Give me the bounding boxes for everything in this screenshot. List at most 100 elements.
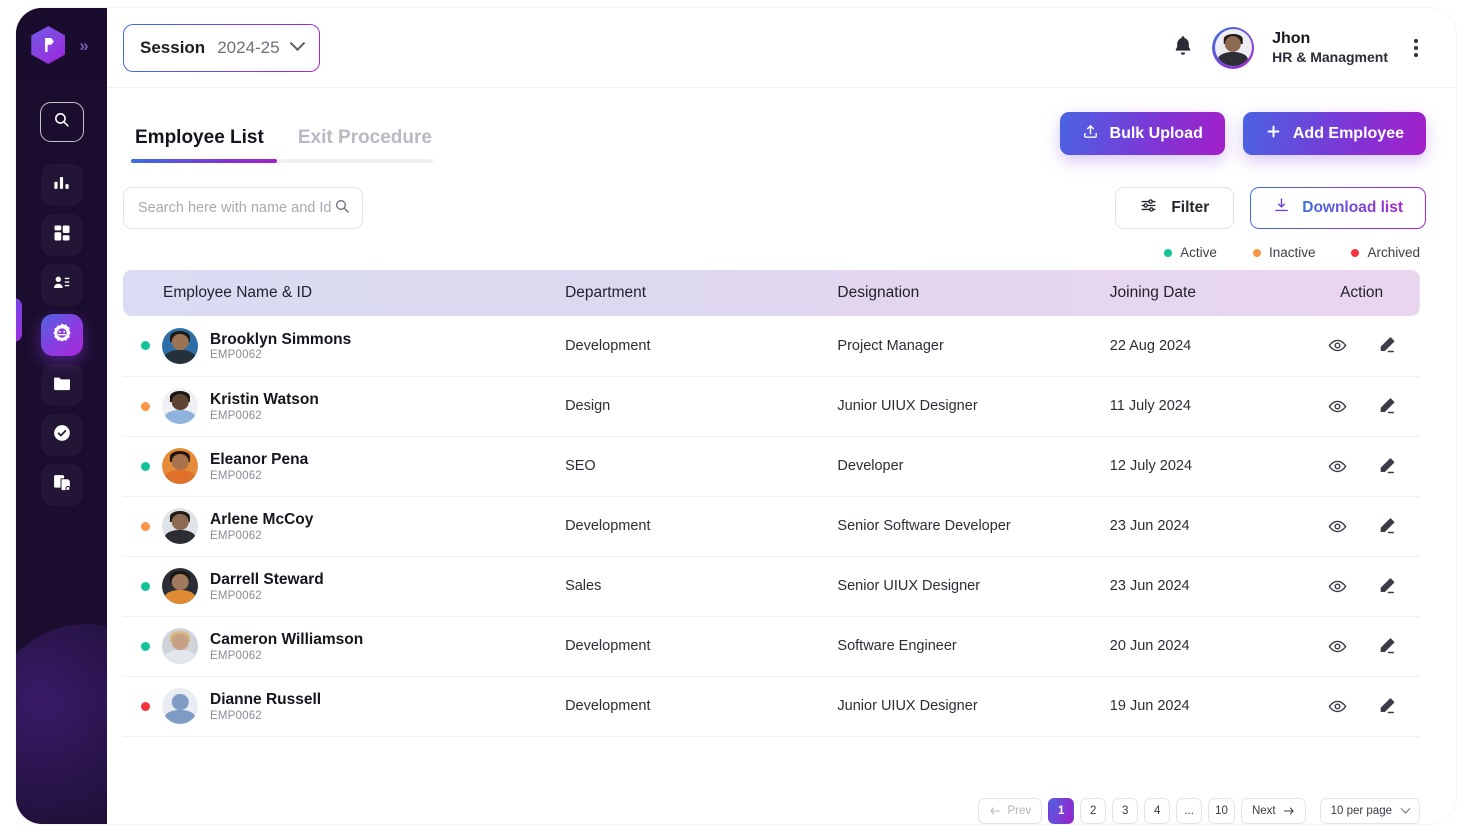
filters-right: Filter Download list <box>1115 187 1426 229</box>
add-employee-button[interactable]: Add Employee <box>1242 112 1426 155</box>
employee-name: Kristin Watson <box>210 391 319 409</box>
view-button[interactable] <box>1328 637 1347 656</box>
edit-button[interactable] <box>1377 517 1396 536</box>
employee-id: EMP0062 <box>210 349 262 362</box>
employee-avatar <box>162 388 198 424</box>
pagination-page-1[interactable]: 1 <box>1048 798 1075 824</box>
app-window: » Session 2024-25 Jhon HR & Managment Em… <box>16 8 1456 824</box>
employee-avatar <box>162 327 198 364</box>
sidebar-header: » <box>16 8 107 82</box>
cell-employee: Cameron Williamson EMP0062 <box>123 616 526 677</box>
legend-item-inactive: Inactive <box>1252 245 1315 260</box>
session-value: 2024-25 <box>217 37 280 57</box>
pagination-prev[interactable]: Prev <box>977 798 1043 824</box>
chevron-down-icon <box>1400 803 1411 814</box>
view-button[interactable] <box>1328 577 1347 596</box>
table-row[interactable]: Eleanor Pena EMP0062 SEO Developer 12 Ju… <box>123 436 1420 497</box>
pagination-page-2[interactable]: 2 <box>1080 798 1107 824</box>
kebab-menu-icon[interactable] <box>1406 33 1426 63</box>
cell-employee: Kristin Watson EMP0062 <box>123 376 526 437</box>
cell-employee: Eleanor Pena EMP0062 <box>123 436 526 497</box>
cell-department: Sales <box>525 556 798 617</box>
cell-action <box>1303 496 1420 557</box>
add-employee-label: Add Employee <box>1292 124 1404 142</box>
per-page-select[interactable]: 10 per page <box>1319 798 1420 824</box>
tabs-row: Employee List Exit Procedure Bulk Upload <box>107 88 1456 163</box>
status-dot <box>141 401 150 411</box>
legend-item-archived: Archived <box>1351 245 1420 260</box>
view-button[interactable] <box>1328 517 1347 536</box>
view-button[interactable] <box>1328 457 1347 476</box>
search-icon[interactable] <box>334 198 350 219</box>
avatar-image <box>1214 29 1252 66</box>
status-dot <box>141 461 150 471</box>
session-select[interactable]: Session 2024-25 <box>123 24 320 72</box>
table-row[interactable]: Darrell Steward EMP0062 Sales Senior UIU… <box>123 556 1420 617</box>
sidebar-nav <box>16 82 107 506</box>
pagination-page-10[interactable]: 10 <box>1208 798 1235 824</box>
cell-designation: Senior Software Developer <box>797 496 1070 557</box>
sidebar-item-employees[interactable] <box>40 314 83 356</box>
filter-button[interactable]: Filter <box>1115 187 1235 229</box>
table-row[interactable]: Arlene McCoy EMP0062 Development Senior … <box>123 496 1420 557</box>
sidebar-item-approvals[interactable] <box>41 414 83 456</box>
cell-designation: Junior UIUX Designer <box>797 676 1070 737</box>
user-info[interactable]: Jhon HR & Managment <box>1272 29 1388 67</box>
app-logo[interactable] <box>31 26 66 64</box>
bulk-upload-button[interactable]: Bulk Upload <box>1059 112 1225 155</box>
pagination-next[interactable]: Next <box>1240 798 1306 824</box>
table-row[interactable]: Cameron Williamson EMP0062 Development S… <box>123 616 1420 677</box>
employee-name: Arlene McCoy <box>210 511 314 529</box>
edit-button[interactable] <box>1377 637 1396 656</box>
cell-designation: Developer <box>797 436 1070 497</box>
sidebar-item-contacts[interactable] <box>41 264 83 306</box>
employee-id: EMP0062 <box>210 409 262 422</box>
tabs-underline <box>131 159 433 163</box>
table-header-row: Employee Name & ID Department Designatio… <box>123 270 1420 316</box>
chevron-down-icon <box>289 35 305 52</box>
sidebar-expand-button[interactable]: » <box>73 33 91 58</box>
table-row[interactable]: Kristin Watson EMP0062 Design Junior UIU… <box>123 376 1420 437</box>
avatar[interactable] <box>1212 26 1255 69</box>
sidebar-active-indicator <box>16 298 22 342</box>
bell-icon[interactable] <box>1172 33 1194 62</box>
edit-button[interactable] <box>1377 697 1396 716</box>
tab-exit-procedure[interactable]: Exit Procedure <box>286 127 454 163</box>
edit-button[interactable] <box>1377 577 1396 596</box>
sidebar-item-search[interactable] <box>39 102 84 142</box>
sidebar-item-reports[interactable] <box>41 464 83 506</box>
pagination-page-4[interactable]: 4 <box>1144 798 1171 824</box>
sidebar-item-dashboard[interactable] <box>41 214 83 256</box>
employee-id: EMP0062 <box>210 529 262 542</box>
sidebar-item-analytics[interactable] <box>41 164 83 206</box>
employee-table: Employee Name & ID Department Designatio… <box>123 270 1420 737</box>
legend-label-active: Active <box>1180 245 1217 260</box>
tab-actions: Bulk Upload Add Employee <box>1059 112 1426 163</box>
download-list-label: Download list <box>1302 199 1403 216</box>
view-button[interactable] <box>1328 397 1347 416</box>
table-row[interactable]: Dianne Russell EMP0062 Development Junio… <box>123 676 1420 737</box>
cell-designation: Junior UIUX Designer <box>797 376 1070 437</box>
table-row[interactable]: Brooklyn Simmons EMP0062 Development Pro… <box>123 316 1420 377</box>
employee-avatar <box>162 508 198 544</box>
view-button[interactable] <box>1328 336 1347 355</box>
plus-icon <box>1265 123 1282 145</box>
employee-avatar <box>162 568 198 604</box>
cell-employee: Darrell Steward EMP0062 <box>123 556 526 617</box>
edit-button[interactable] <box>1377 397 1396 416</box>
edit-button[interactable] <box>1377 457 1396 476</box>
main-content: Session 2024-25 Jhon HR & Managment Empl… <box>107 8 1456 824</box>
pagination-page-3[interactable]: 3 <box>1112 798 1139 824</box>
column-action: Action <box>1340 284 1384 301</box>
edit-button[interactable] <box>1377 336 1396 355</box>
search-box[interactable] <box>123 187 363 229</box>
top-bar-right: Jhon HR & Managment <box>1172 26 1426 69</box>
cell-joining-date: 22 Aug 2024 <box>1069 316 1304 377</box>
employee-name: Cameron Williamson <box>210 631 364 649</box>
tab-employee-list[interactable]: Employee List <box>123 127 286 163</box>
search-input[interactable] <box>138 200 334 216</box>
view-button[interactable] <box>1328 697 1347 716</box>
download-list-button[interactable]: Download list <box>1250 187 1426 229</box>
sidebar-item-files[interactable] <box>41 364 83 406</box>
pagination-prev-label: Prev <box>1007 805 1032 817</box>
